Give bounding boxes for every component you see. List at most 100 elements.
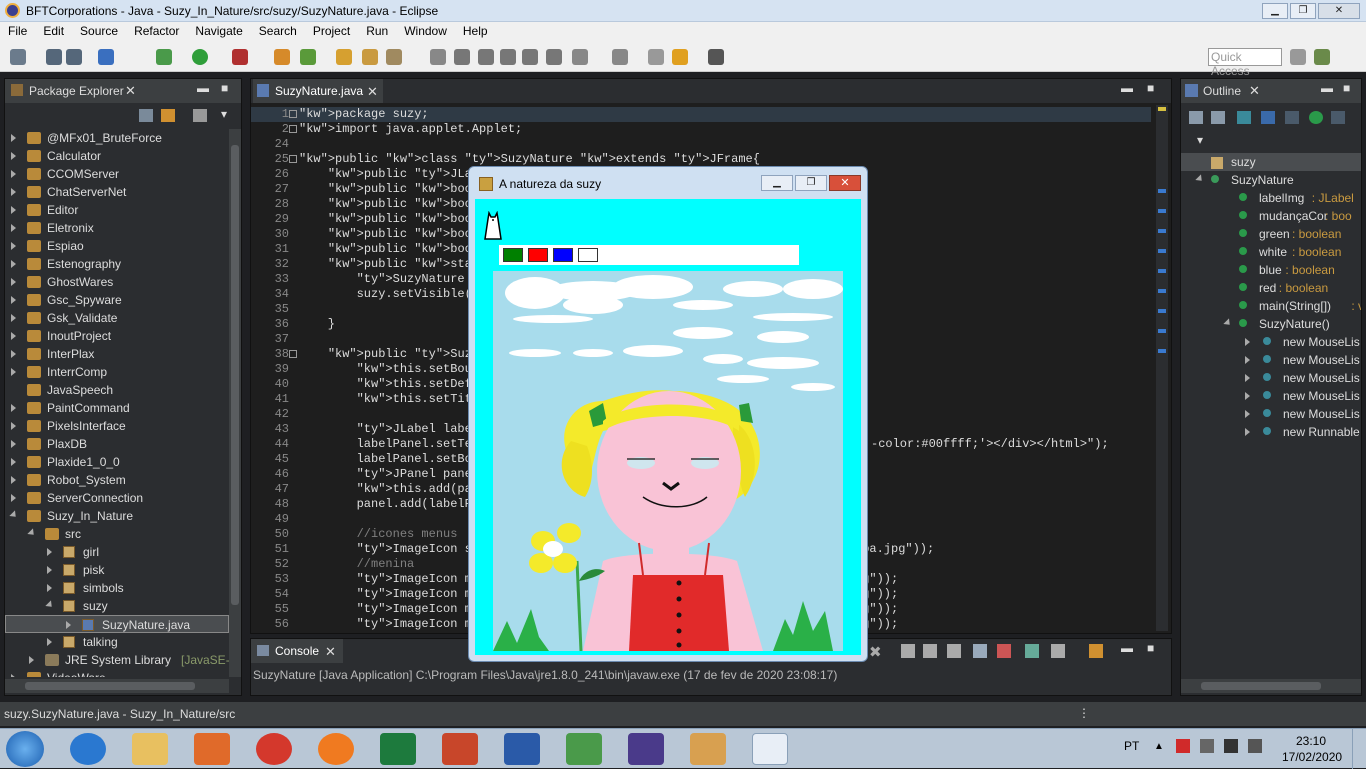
outline-item[interactable]: new MouseLis (1181, 351, 1361, 369)
expand-arrow-icon[interactable] (66, 621, 74, 629)
tree-item[interactable]: CCOMServer (5, 165, 229, 183)
maximize-view-icon[interactable]: ■ (221, 81, 228, 95)
language-indicator[interactable]: PT (1124, 739, 1139, 753)
expand-arrow-icon[interactable] (11, 350, 19, 358)
internet-explorer-icon[interactable] (70, 733, 106, 765)
menu-file[interactable]: File (0, 22, 35, 42)
external-tools-icon[interactable] (232, 49, 248, 65)
collapse-outline-icon[interactable] (1189, 111, 1203, 124)
tree-item[interactable]: PixelsInterface (5, 417, 229, 435)
expand-arrow-icon[interactable] (11, 170, 19, 178)
package-explorer-title[interactable]: Package Explorer (29, 84, 124, 98)
minimize-outline-icon[interactable]: ▬ (1321, 81, 1333, 95)
tree-item[interactable]: src (5, 525, 229, 543)
show-source-icon[interactable] (546, 49, 562, 65)
expand-arrow-icon[interactable] (47, 566, 55, 574)
chart-app-icon[interactable] (566, 733, 602, 765)
new-java-project-icon[interactable] (274, 49, 290, 65)
outline-item[interactable]: new MouseLis (1181, 405, 1361, 423)
outline-item[interactable]: white : boolean (1181, 243, 1361, 261)
last-edit-icon[interactable] (648, 49, 664, 65)
expand-arrow-icon[interactable] (1245, 356, 1253, 364)
expand-arrow-icon[interactable] (11, 278, 19, 286)
antivirus-icon[interactable] (1176, 739, 1190, 753)
whitespace-icon[interactable] (522, 49, 538, 65)
fold-icon[interactable] (289, 125, 297, 133)
hide-nonpublic-icon[interactable] (1285, 111, 1299, 124)
hide-fields-icon[interactable] (1237, 111, 1251, 124)
hide-static-icon[interactable] (1261, 111, 1275, 124)
vertical-scrollbar[interactable] (229, 129, 241, 677)
show-desktop-button[interactable] (1352, 729, 1366, 769)
menu-window[interactable]: Window (396, 22, 455, 42)
menu-search[interactable]: Search (251, 22, 305, 42)
expand-arrow-icon[interactable] (11, 188, 19, 196)
clock-date[interactable]: 17/02/2020 (1282, 750, 1342, 764)
block-select-icon[interactable] (500, 49, 516, 65)
applet-close-button[interactable]: ✕ (829, 175, 861, 191)
tree-item[interactable]: InterPlax (5, 345, 229, 363)
code-line[interactable]: 24 (251, 137, 1151, 152)
applet-maximize-button[interactable]: ❐ (795, 175, 827, 191)
tree-item[interactable]: ChatServerNet (5, 183, 229, 201)
new-package-icon[interactable] (300, 49, 316, 65)
tree-item[interactable]: pisk (5, 561, 229, 579)
java-taskbar-icon[interactable] (752, 733, 788, 765)
expand-arrow-icon[interactable] (47, 638, 55, 646)
dress-icon[interactable] (481, 211, 505, 241)
outline-item[interactable]: SuzyNature() (1181, 315, 1361, 333)
annotation-icon[interactable] (430, 49, 446, 65)
expand-arrow-icon[interactable] (47, 584, 55, 592)
outline-item[interactable]: red : boolean (1181, 279, 1361, 297)
tree-item[interactable]: JavaSpeech (5, 381, 229, 399)
minimize-console-icon[interactable]: ▬ (1121, 641, 1133, 655)
open-type-icon[interactable] (336, 49, 352, 65)
tree-item[interactable]: Suzy_In_Nature (5, 507, 229, 525)
tree-item[interactable]: Eletronix (5, 219, 229, 237)
expand-arrow-icon[interactable] (11, 296, 19, 304)
excel-icon[interactable] (380, 733, 416, 765)
menu-project[interactable]: Project (305, 22, 358, 42)
maximize-outline-icon[interactable]: ■ (1343, 81, 1350, 95)
close-view-icon[interactable]: ✕ (125, 83, 136, 99)
close-outline-icon[interactable]: ✕ (1249, 83, 1260, 99)
tree-item[interactable]: Estenography (5, 255, 229, 273)
swatch-blue[interactable] (553, 248, 573, 262)
network-icon[interactable] (1224, 739, 1238, 753)
powerpoint-icon[interactable] (442, 733, 478, 765)
media-player-icon[interactable] (194, 733, 230, 765)
tree-item[interactable]: SuzyNature.java (5, 615, 229, 633)
expand-arrow-icon[interactable] (11, 440, 19, 448)
tree-item[interactable]: Espiao (5, 237, 229, 255)
tree-item[interactable]: Editor (5, 201, 229, 219)
expand-arrow-icon[interactable] (45, 600, 57, 612)
menu-run[interactable]: Run (358, 22, 396, 42)
outline-item[interactable]: main(String[]) : voi (1181, 297, 1361, 315)
link-outline-icon[interactable] (1331, 111, 1345, 124)
expand-arrow-icon[interactable] (11, 206, 19, 214)
print-icon[interactable] (98, 49, 114, 65)
expand-arrow-icon[interactable] (1245, 374, 1253, 382)
close-button[interactable]: ✕ (1318, 3, 1360, 19)
prev-annotation-icon[interactable] (612, 49, 628, 65)
pin-console-icon[interactable] (973, 644, 987, 658)
menu-edit[interactable]: Edit (35, 22, 72, 42)
fold-icon[interactable] (289, 155, 297, 163)
menu-source[interactable]: Source (72, 22, 126, 42)
outline-item[interactable]: new MouseLis (1181, 333, 1361, 351)
tree-item[interactable]: Calculator (5, 147, 229, 165)
expand-arrow-icon[interactable] (27, 528, 39, 540)
expand-arrow-icon[interactable] (1245, 428, 1253, 436)
new-icon[interactable] (10, 49, 26, 65)
outline-item[interactable]: green : boolean (1181, 225, 1361, 243)
tree-item[interactable]: girl (5, 543, 229, 561)
outline-title[interactable]: Outline (1203, 84, 1241, 98)
expand-arrow-icon[interactable] (11, 152, 19, 160)
save-icon[interactable] (46, 49, 62, 65)
swatch-red[interactable] (528, 248, 548, 262)
tree-item[interactable]: suzy (5, 597, 229, 615)
applet-minimize-button[interactable]: ▁ (761, 175, 793, 191)
tree-item[interactable]: VideoWare (5, 669, 229, 677)
tree-item[interactable]: ServerConnection (5, 489, 229, 507)
fold-icon[interactable] (289, 350, 297, 358)
